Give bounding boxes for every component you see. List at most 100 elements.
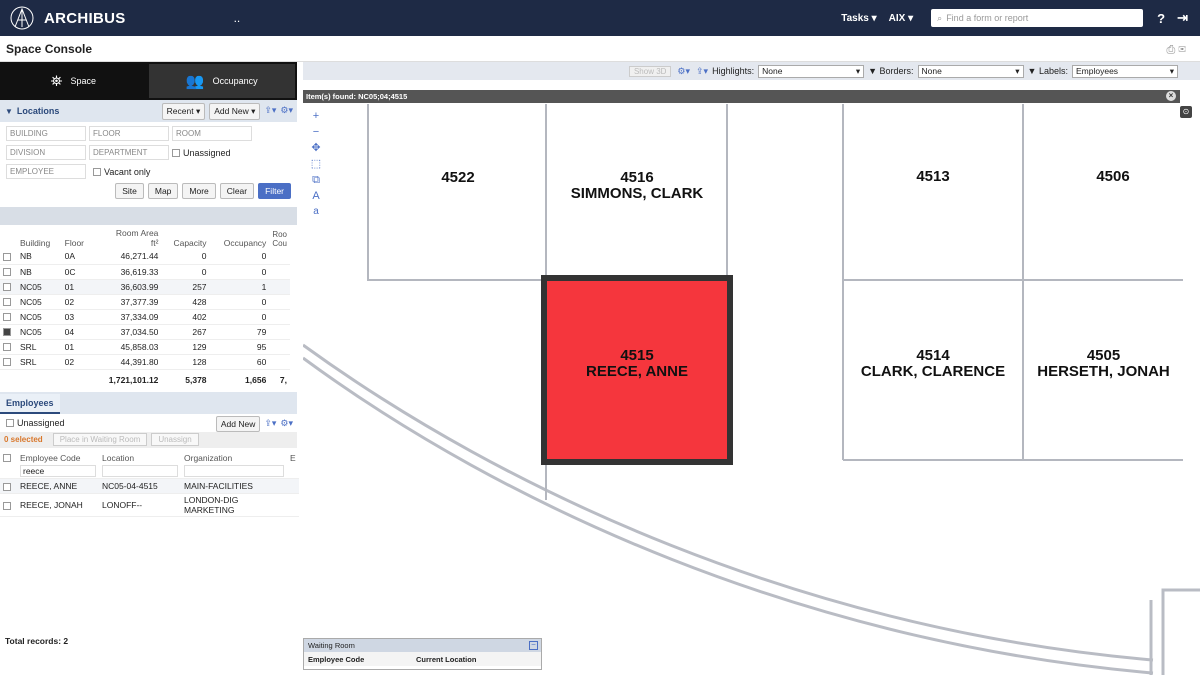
employee-add-new-button[interactable]: Add New [215,415,261,432]
room-label-4506[interactable]: 4506 [1073,169,1153,185]
employee-code-filter[interactable]: reece [20,464,96,477]
search-input[interactable]: ⌕ Find a form or report [931,9,1144,27]
room-label-4505[interactable]: 4505 HERSETH, JONAH [1027,348,1180,380]
text-small-icon[interactable]: a [309,204,323,220]
table-row[interactable]: NC05 04 37,034.50 267 79 [0,324,290,340]
organization-filter[interactable] [184,464,284,477]
floor-field[interactable]: FLOOR [89,126,169,141]
row-checkbox[interactable] [3,482,11,491]
pan-icon[interactable]: ✥ [309,140,323,156]
settings-icon[interactable]: ⚙▾ [280,103,293,120]
unassign-button[interactable]: Unassign [151,433,199,446]
table-row[interactable]: NC05 01 36,603.99 257 1 [0,279,290,295]
col-organization[interactable]: Organization [181,450,287,464]
cell-capacity: 257 [161,279,210,295]
site-button[interactable]: Site [115,183,144,199]
room-label-4522[interactable]: 4522 [423,170,493,186]
tab-space[interactable]: ⛯ Space [0,62,147,100]
export-icon[interactable]: ⇪▾ [264,103,276,120]
room-number: 4505 [1086,348,1121,364]
building-field[interactable]: BUILDING [6,126,86,141]
user-menu[interactable]: AIX ▾ [889,13,913,24]
col-building[interactable]: Building [17,225,62,249]
tab-employees[interactable]: Employees [0,393,60,414]
collapse-triangle-icon[interactable]: ▼ [5,107,13,116]
vacant-only-checkbox[interactable] [93,167,101,176]
row-checkbox-checked[interactable] [3,328,11,337]
table-row[interactable]: NC05 03 37,334.09 402 0 [0,309,290,325]
col-employee-code[interactable]: Employee Code [17,450,99,464]
minimize-icon[interactable]: − [529,641,538,650]
more-button[interactable]: More [182,183,216,199]
map-button[interactable]: Map [147,183,179,199]
row-checkbox[interactable] [3,268,11,277]
employee-settings-icon[interactable]: ⚙▾ [280,416,293,432]
row-checkbox[interactable] [3,283,11,292]
cell-building: NC05 [17,324,62,340]
close-icon[interactable]: × [1166,91,1176,101]
print-mail-icons[interactable]: ⎙ ✉ [1167,44,1186,57]
col-room-area[interactable]: Room Area ft² [93,225,162,249]
select-all-checkbox[interactable] [3,454,11,463]
logout-icon[interactable]: ⇥ [1177,10,1188,26]
tasks-menu[interactable]: Tasks ▾ [841,13,876,24]
clear-button[interactable]: Clear [219,183,255,199]
borders-select[interactable]: None ▾ [917,64,1024,78]
room-label-4515[interactable]: 4515 REECE, ANNE [557,348,717,380]
employee-field[interactable]: EMPLOYEE [6,164,86,179]
row-checkbox[interactable] [3,501,11,510]
room-label-4513[interactable]: 4513 [893,169,973,185]
table-row[interactable]: NB 0A 46,271.44 0 0 [0,249,290,265]
col-waiting-employee-code[interactable]: Employee Code [308,655,416,664]
division-field[interactable]: DIVISION [6,145,86,160]
labels-select[interactable]: Employees ▾ [1072,64,1178,78]
table-row[interactable]: REECE, JONAH LONOFF-- LONDON-DIG MARKETI… [0,493,299,517]
add-new-button[interactable]: Add New ▾ [209,103,261,120]
room-occupant: SIMMONS, CLARK [570,185,704,202]
row-checkbox[interactable] [3,358,11,367]
help-icon[interactable]: ? [1157,11,1165,26]
filter-button[interactable]: Filter [258,183,291,199]
table-row[interactable]: NC05 02 37,377.39 428 0 [0,294,290,310]
employee-export-icon[interactable]: ⇪▾ [264,416,276,432]
tab-occupancy[interactable]: 👥 Occupancy [146,62,297,100]
table-row[interactable]: SRL 02 44,391.80 128 60 [0,354,290,370]
map-export-icon[interactable]: ⇪▾ [696,66,708,77]
col-location[interactable]: Location [99,450,181,464]
total-room-count: 7, [279,374,287,385]
recent-button[interactable]: Recent ▾ [161,103,206,120]
place-waiting-room-button[interactable]: Place in Waiting Room [52,433,148,446]
col-extra[interactable]: E [287,450,299,464]
room-field[interactable]: ROOM [172,126,252,141]
select-window-icon[interactable]: ⬚ [309,156,323,172]
highlights-select[interactable]: None ▾ [758,64,865,78]
col-capacity[interactable]: Capacity [161,225,209,249]
table-row[interactable]: SRL 01 45,858.03 129 95 [0,339,290,355]
unassigned-checkbox[interactable] [172,148,180,157]
console-header: Space Console ⎙ ✉ [0,36,1200,62]
department-field[interactable]: DEPARTMENT [89,145,169,160]
row-checkbox[interactable] [3,313,11,322]
show-3d-button[interactable]: Show 3D [628,65,672,77]
cell-building: NB [17,249,62,265]
col-waiting-location[interactable]: Current Location [416,655,476,664]
zoom-extents-icon[interactable]: ⊙ [1180,106,1192,118]
zoom-out-icon[interactable]: − [309,124,323,140]
table-row[interactable]: NB 0C 36,619.33 0 0 [0,264,290,280]
col-occupancy[interactable]: Occupancy [210,225,270,249]
room-label-4514[interactable]: 4514 CLARK, CLARENCE [848,348,1018,380]
col-room-count[interactable]: Roo Cou [269,225,290,249]
row-checkbox[interactable] [3,253,11,261]
text-large-icon[interactable]: A [309,188,323,204]
row-checkbox[interactable] [3,298,11,307]
cell-occupancy: 79 [209,324,270,340]
zoom-in-icon[interactable]: + [309,108,323,124]
room-label-4516[interactable]: 4516 SIMMONS, CLARK [552,170,722,202]
col-floor[interactable]: Floor [62,225,93,249]
table-row[interactable]: REECE, ANNE NC05-04-4515 MAIN-FACILITIES [0,478,299,494]
row-checkbox[interactable] [3,343,11,352]
map-settings-icon[interactable]: ⚙▾ [677,66,690,77]
location-filter[interactable] [102,464,178,477]
copy-icon[interactable]: ⧉ [309,172,323,188]
employee-unassigned-checkbox[interactable] [6,418,14,427]
